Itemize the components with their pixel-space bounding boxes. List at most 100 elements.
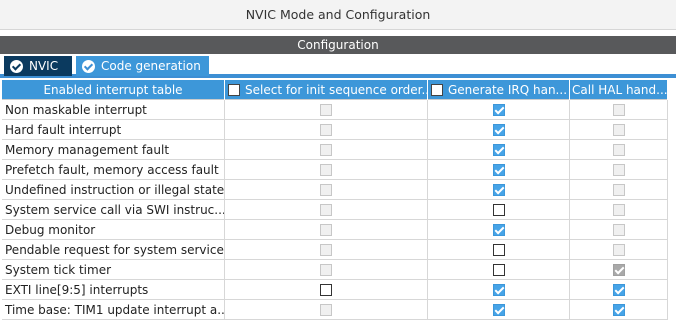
generate-irq-cell (428, 120, 570, 140)
call-hal-cell (570, 260, 668, 280)
column-header-label: Select for init sequence order... (245, 83, 428, 97)
generate-irq-checkbox[interactable] (492, 204, 505, 216)
call-hal-checkbox (612, 224, 625, 236)
init-sequence-checkbox (320, 124, 332, 136)
init-sequence-cell (225, 140, 428, 160)
generate-irq-cell (428, 160, 570, 180)
interrupt-table: Enabled interrupt table Select for init … (2, 80, 668, 320)
table-row[interactable]: System service call via SWI instruc... (2, 200, 668, 220)
interrupt-name: EXTI line[9:5] interrupts (2, 280, 225, 300)
generate-irq-cell (428, 200, 570, 220)
generate-irq-cell (428, 280, 570, 300)
generate-irq-checkbox[interactable] (492, 244, 505, 256)
window-title-bar: NVIC Mode and Configuration (0, 0, 676, 30)
init-sequence-checkbox (320, 164, 332, 176)
interrupt-name: Non maskable interrupt (2, 100, 225, 120)
interrupt-name: System tick timer (2, 260, 225, 280)
init-sequence-cell (225, 100, 428, 120)
generate-irq-checkbox[interactable] (492, 104, 505, 116)
window-title: NVIC Mode and Configuration (245, 7, 431, 22)
tab-code-generation-label: Code generation (101, 59, 201, 73)
call-hal-cell (570, 280, 668, 300)
column-header-label: Call HAL hand... (572, 83, 668, 97)
init-sequence-checkbox (320, 104, 332, 116)
tab-code-generation[interactable]: Code generation (76, 56, 209, 76)
table-row[interactable]: Memory management fault (2, 140, 668, 160)
interrupt-name: Memory management fault (2, 140, 225, 160)
table-header: Enabled interrupt table Select for init … (2, 80, 668, 100)
init-sequence-cell (225, 280, 428, 300)
table-row[interactable]: Prefetch fault, memory access fault (2, 160, 668, 180)
call-hal-checkbox (612, 164, 625, 176)
select-all-checkbox[interactable] (228, 84, 240, 96)
generate-irq-checkbox[interactable] (492, 304, 505, 316)
interrupt-name: Pendable request for system service (2, 240, 225, 260)
interrupt-name: Time base: TIM1 update interrupt a... (2, 300, 225, 320)
generate-irq-checkbox[interactable] (492, 264, 505, 276)
call-hal-cell (570, 160, 668, 180)
call-hal-checkbox (612, 184, 625, 196)
call-hal-checkbox (612, 144, 625, 156)
generate-irq-checkbox[interactable] (492, 184, 505, 196)
generate-irq-checkbox[interactable] (492, 144, 505, 156)
call-hal-checkbox[interactable] (612, 304, 625, 316)
table-row[interactable]: Non maskable interrupt (2, 100, 668, 120)
generate-irq-cell (428, 240, 570, 260)
table-row[interactable]: Pendable request for system service (2, 240, 668, 260)
init-sequence-cell (225, 160, 428, 180)
table-row[interactable]: System tick timer (2, 260, 668, 280)
init-sequence-checkbox (320, 204, 332, 216)
generate-irq-cell (428, 180, 570, 200)
tab-nvic[interactable]: NVIC (4, 56, 72, 76)
generate-irq-checkbox[interactable] (492, 224, 505, 236)
table-row[interactable]: Time base: TIM1 update interrupt a... (2, 300, 668, 320)
column-header-init-sequence[interactable]: Select for init sequence order... (225, 80, 428, 100)
column-header-call-hal[interactable]: Call HAL hand... (570, 80, 668, 100)
init-sequence-cell (225, 300, 428, 320)
call-hal-checkbox (612, 244, 625, 256)
call-hal-checkbox (612, 264, 625, 276)
generate-irq-cell (428, 260, 570, 280)
column-header-label: Generate IRQ han... (448, 83, 568, 97)
generate-irq-checkbox[interactable] (492, 284, 505, 296)
init-sequence-checkbox[interactable] (320, 284, 332, 296)
init-sequence-cell (225, 200, 428, 220)
call-hal-cell (570, 300, 668, 320)
interrupt-name: Undefined instruction or illegal state (2, 180, 225, 200)
interrupt-name: Debug monitor (2, 220, 225, 240)
column-header-label: Enabled interrupt table (43, 83, 183, 97)
table-row[interactable]: Hard fault interrupt (2, 120, 668, 140)
check-circle-icon (82, 59, 95, 73)
init-sequence-checkbox (320, 144, 332, 156)
call-hal-checkbox (612, 124, 625, 136)
table-body: Non maskable interrupt Hard fault interru… (2, 100, 668, 320)
tab-bar: NVIC Code generation (0, 54, 676, 78)
init-sequence-cell (225, 260, 428, 280)
table-row[interactable]: Undefined instruction or illegal state (2, 180, 668, 200)
generate-irq-checkbox[interactable] (492, 164, 505, 176)
table-row[interactable]: Debug monitor (2, 220, 668, 240)
call-hal-cell (570, 140, 668, 160)
generate-irq-cell (428, 100, 570, 120)
table-row[interactable]: EXTI line[9:5] interrupts (2, 280, 668, 300)
call-hal-checkbox[interactable] (612, 284, 625, 296)
call-hal-checkbox (612, 104, 625, 116)
call-hal-cell (570, 200, 668, 220)
init-sequence-cell (225, 220, 428, 240)
column-header-enabled-interrupt[interactable]: Enabled interrupt table (2, 80, 225, 100)
call-hal-checkbox (612, 204, 625, 216)
check-circle-icon (10, 59, 23, 73)
generate-irq-cell (428, 300, 570, 320)
call-hal-cell (570, 180, 668, 200)
column-header-generate-irq[interactable]: Generate IRQ han... (428, 80, 570, 100)
call-hal-cell (570, 220, 668, 240)
call-hal-cell (570, 240, 668, 260)
call-hal-cell (570, 100, 668, 120)
init-sequence-cell (225, 180, 428, 200)
init-sequence-cell (225, 120, 428, 140)
generate-irq-checkbox[interactable] (492, 124, 505, 136)
interrupt-name: Prefetch fault, memory access fault (2, 160, 225, 180)
select-all-checkbox[interactable] (431, 84, 443, 96)
init-sequence-cell (225, 240, 428, 260)
init-sequence-checkbox (320, 244, 332, 256)
